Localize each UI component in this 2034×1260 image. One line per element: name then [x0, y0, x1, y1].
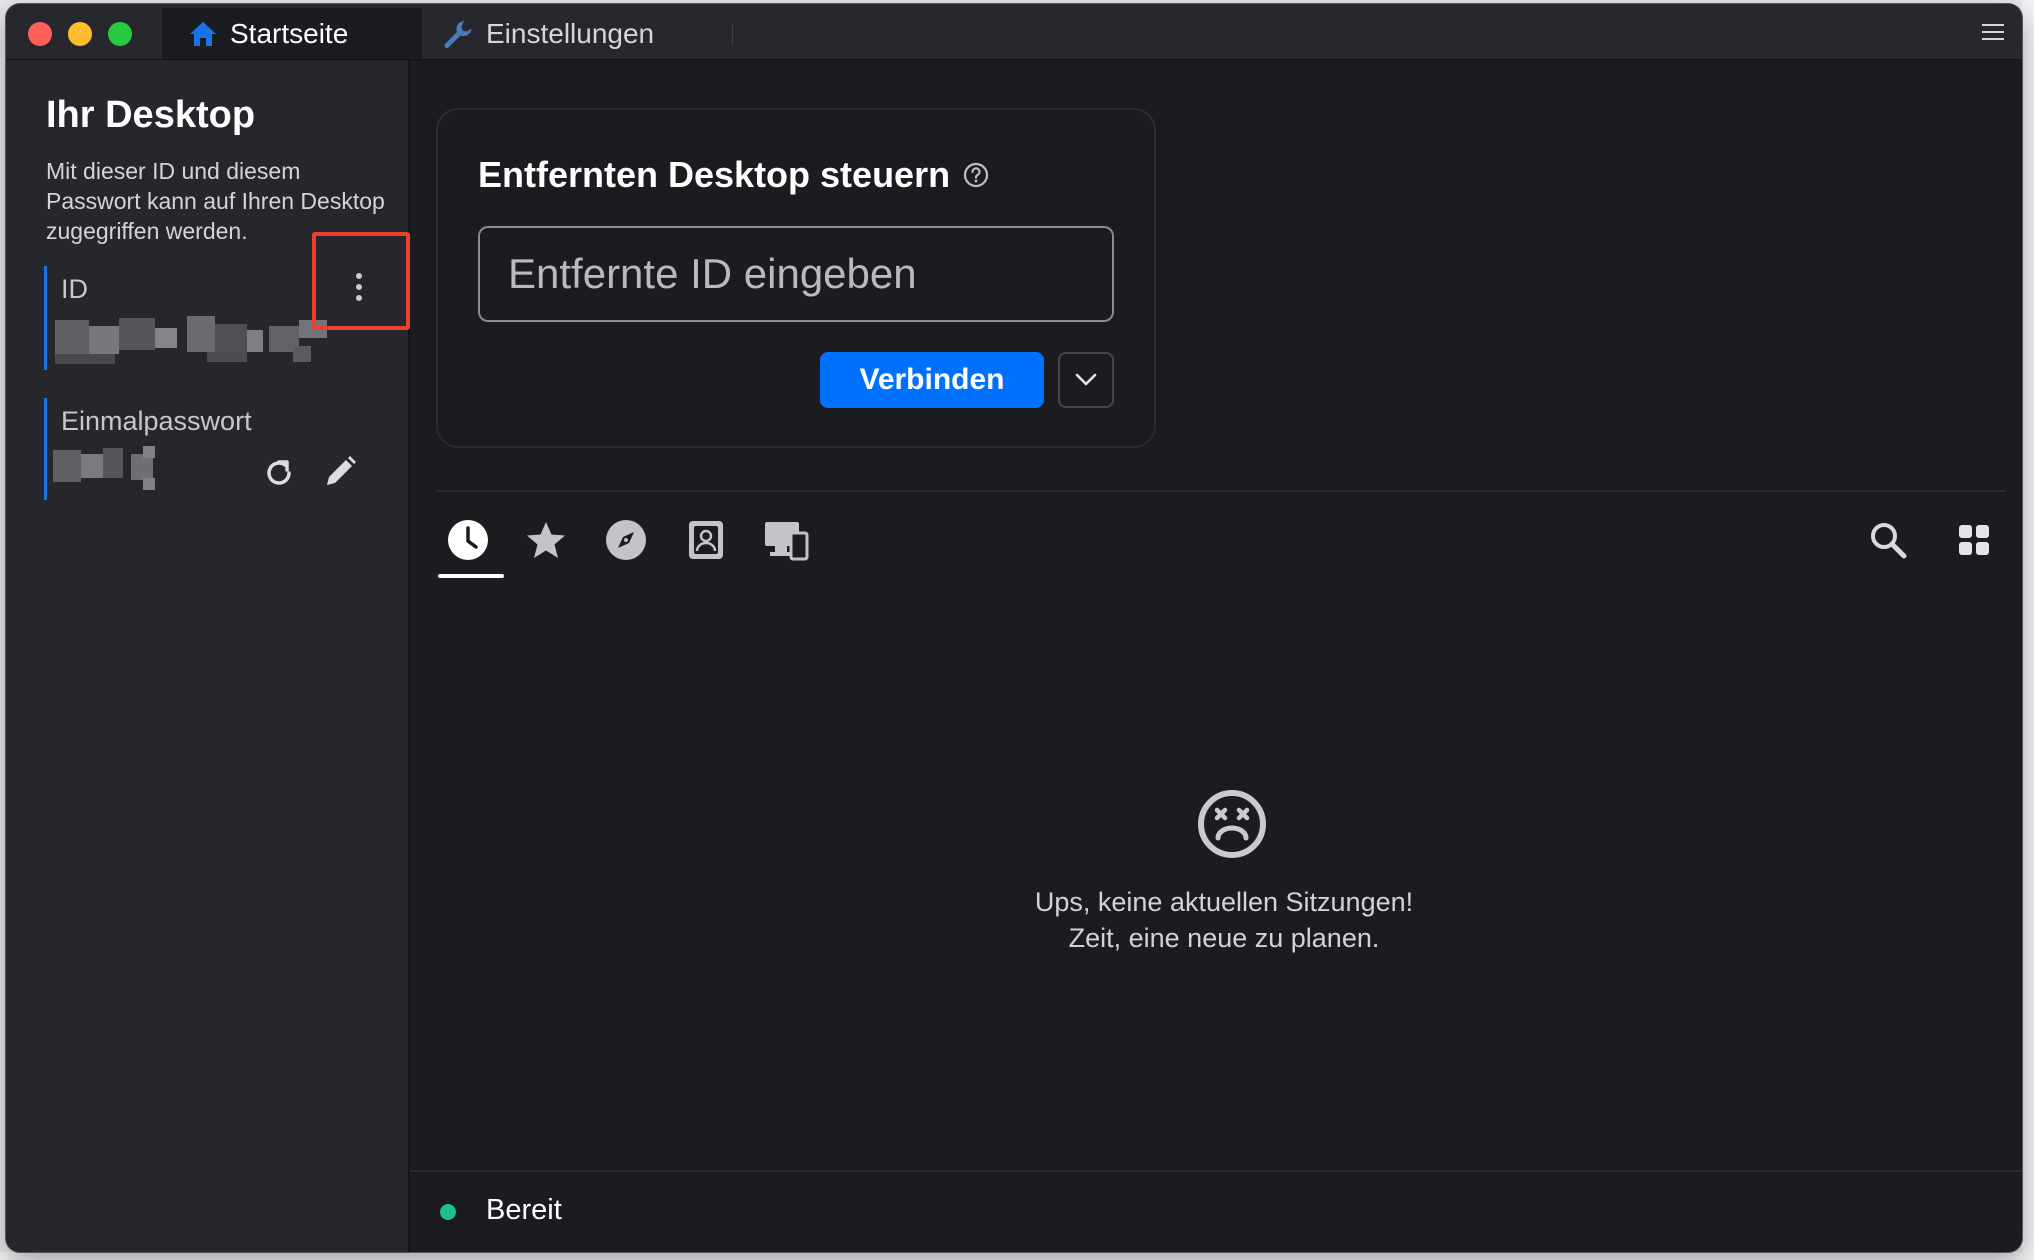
app-window: Startseite Einstellungen Ihr Desktop Mit…: [6, 4, 2022, 1252]
star-icon: [527, 522, 565, 558]
tab-recent-sessions[interactable]: [438, 508, 504, 578]
tab-label: Einstellungen: [486, 17, 655, 49]
connect-button[interactable]: Verbinden: [820, 352, 1044, 408]
grid-view-icon[interactable]: [1958, 524, 1990, 556]
tab-favorites[interactable]: [516, 508, 576, 572]
address-book-icon: [689, 521, 723, 559]
tab-einstellungen[interactable]: Einstellungen: [442, 8, 654, 59]
close-window-button[interactable]: [28, 22, 52, 46]
password-label: Einmalpasswort: [61, 406, 252, 436]
sad-face-icon: [1198, 790, 1266, 858]
status-bar: Bereit: [410, 1170, 2022, 1252]
search-icon[interactable]: [1868, 520, 1908, 560]
id-label: ID: [61, 274, 88, 304]
edit-password-icon[interactable]: [322, 454, 358, 490]
connect-options-dropdown[interactable]: [1058, 352, 1114, 408]
home-icon: [190, 21, 216, 46]
empty-state-line-1: Ups, keine aktuellen Sitzungen!: [1034, 887, 1414, 917]
main-panel: Entfernten Desktop steuern Verbinden: [410, 60, 2022, 1252]
highlight-annotation-box: [312, 232, 410, 330]
empty-state-message: Ups, keine aktuellen Sitzungen! Zeit, ei…: [910, 884, 1538, 956]
connect-card: Entfernten Desktop steuern Verbinden: [436, 108, 1156, 448]
connect-card-title: Entfernten Desktop steuern: [478, 154, 990, 196]
chevron-down-icon: [1075, 373, 1097, 386]
tab-divider: [732, 24, 733, 46]
status-indicator-dot: [440, 1204, 456, 1220]
remote-id-input[interactable]: [478, 226, 1114, 322]
hamburger-menu-icon[interactable]: [1982, 24, 2004, 42]
connect-title-text: Entfernten Desktop steuern: [478, 154, 951, 195]
section-divider: [436, 490, 2006, 492]
tab-label: Startseite: [230, 17, 349, 49]
background-document-bottom: [0, 1252, 2034, 1260]
compass-icon: [606, 520, 646, 560]
status-text: Bereit: [486, 1194, 562, 1226]
tab-startseite[interactable]: Startseite: [162, 8, 422, 59]
tab-devices[interactable]: [756, 508, 816, 572]
empty-state-line-2: Zeit, eine neue zu planen.: [1068, 923, 1380, 953]
help-icon[interactable]: [962, 161, 990, 189]
tab-discovered[interactable]: [596, 508, 656, 572]
sidebar-title: Ihr Desktop: [46, 94, 256, 136]
tab-address-book[interactable]: [676, 508, 736, 572]
title-bar: Startseite Einstellungen: [6, 4, 2022, 60]
refresh-password-icon[interactable]: [262, 456, 296, 490]
clock-icon: [448, 520, 488, 560]
zoom-window-button[interactable]: [108, 22, 132, 46]
background-document: [2022, 0, 2034, 1260]
minimize-window-button[interactable]: [68, 22, 92, 46]
sidebar: Ihr Desktop Mit dieser ID und diesem Pas…: [6, 60, 410, 1252]
wrench-icon: [444, 20, 472, 48]
devices-icon: [765, 522, 809, 561]
password-field: Einmalpasswort: [44, 398, 367, 500]
